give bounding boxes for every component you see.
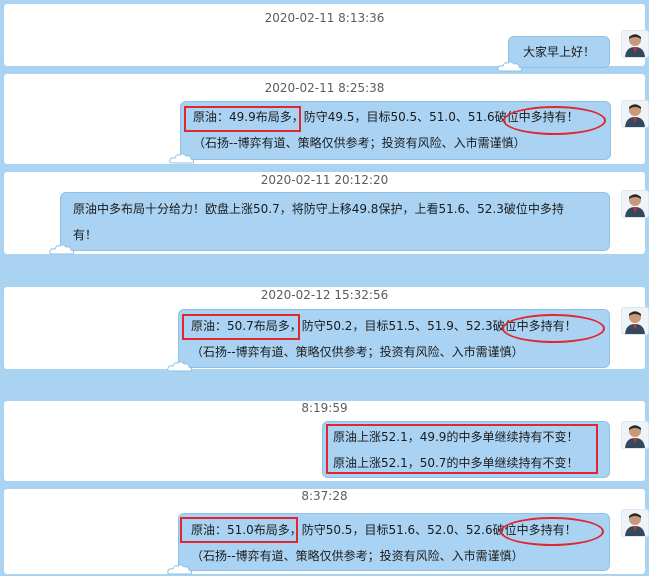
avatar-icon[interactable] [621, 509, 649, 537]
highlight-box [180, 517, 298, 543]
highlight-box [182, 314, 300, 340]
message-text: 原油中多布局十分给力！欧盘上涨50.7，将防守上移49.8保护，上看51.6、5… [73, 202, 564, 216]
message-bubble[interactable]: 原油中多布局十分给力！欧盘上涨50.7，将防守上移49.8保护，上看51.6、5… [49, 192, 610, 255]
highlight-oval [502, 314, 605, 343]
highlight-box [184, 106, 301, 132]
message-text: 大家早上好！ [523, 45, 596, 59]
message-timestamp: 2020-02-11 20:12:20 [260, 173, 389, 187]
cloud-icon [169, 153, 195, 164]
avatar-icon[interactable] [621, 30, 649, 58]
cloud-icon [497, 61, 523, 72]
avatar-icon[interactable] [621, 100, 649, 128]
message-timestamp: 2020-02-12 15:32:56 [260, 288, 389, 302]
message-text: 有！ [73, 228, 98, 242]
avatar-icon[interactable] [621, 190, 649, 218]
cloud-icon [167, 361, 193, 372]
highlight-oval [500, 517, 604, 546]
message-timestamp: 2020-02-11 8:25:38 [264, 81, 385, 95]
message-timestamp: 8:19:59 [301, 401, 348, 415]
avatar-icon[interactable] [621, 307, 649, 335]
cloud-icon [49, 244, 75, 255]
highlight-oval [503, 106, 606, 135]
message-timestamp: 2020-02-11 8:13:36 [264, 11, 385, 25]
message-timestamp: 8:37:28 [301, 489, 348, 503]
message-bubble[interactable]: 大家早上好！ [497, 36, 610, 72]
message-disclaimer: （石扬--博弈有道、策略仅供参考；投资有风险、入市需谨慎） [191, 549, 524, 563]
avatar-icon[interactable] [621, 421, 649, 449]
highlight-box [326, 424, 598, 474]
